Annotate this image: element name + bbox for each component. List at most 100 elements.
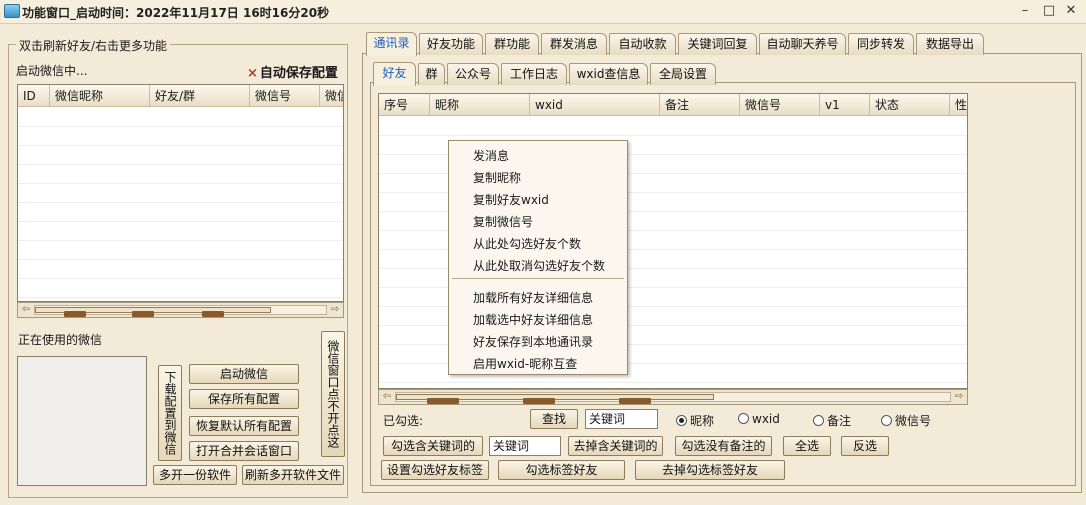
col-header-nickname[interactable]: 微信昵称 — [50, 85, 150, 106]
col-header-friend-group[interactable]: 好友/群 — [150, 85, 250, 106]
save-all-button[interactable]: 保存所有配置 — [189, 389, 299, 409]
tab-data-export[interactable]: 数据导出 — [916, 33, 984, 55]
col-header-index[interactable]: 序号 — [379, 94, 430, 115]
window-fix-button[interactable]: 微信窗口点不开点这 — [321, 331, 345, 457]
radio-unselected-icon — [813, 415, 824, 426]
radio-wechat-id-label: 微信号 — [895, 414, 932, 428]
group-label: 双击刷新好友/右击更多功能 — [16, 37, 171, 54]
scroll-grip — [202, 311, 224, 317]
download-config-button[interactable]: 下载配置到微信 — [158, 365, 182, 461]
select-all-button[interactable]: 全选 — [783, 436, 831, 456]
subtab-work-log[interactable]: 工作日志 — [501, 63, 567, 85]
scroll-track — [395, 392, 951, 404]
menu-item-load-all-details[interactable]: 加载所有好友详细信息 — [473, 289, 593, 306]
col-header-gender[interactable]: 性 — [950, 94, 967, 115]
tab-keyword-reply[interactable]: 关键词回复 — [678, 33, 757, 55]
radio-selected-icon — [676, 415, 687, 426]
menu-item-load-selected-details[interactable]: 加载选中好友详细信息 — [473, 311, 593, 328]
radio-wechat-id[interactable]: 微信号 — [881, 412, 931, 429]
accounts-list[interactable]: ID 微信昵称 好友/群 微信号 微信 — [17, 84, 344, 302]
select-no-remark-button[interactable]: 勾选没有备注的 — [675, 436, 772, 456]
invert-selection-button[interactable]: 反选 — [841, 436, 889, 456]
col-header-status[interactable]: 状态 — [870, 94, 950, 115]
open-merge-button[interactable]: 打开合并会话窗口 — [189, 441, 299, 461]
scroll-thumb[interactable] — [396, 394, 714, 404]
checked-count-label: 已勾选: — [383, 414, 424, 428]
accounts-list-body — [18, 108, 343, 301]
subtab-groups[interactable]: 群 — [418, 63, 445, 85]
menu-item-copy-wxid[interactable]: 复制好友wxid — [473, 191, 549, 208]
col-header-remark[interactable]: 备注 — [660, 94, 740, 115]
scroll-grip — [523, 398, 555, 404]
tab-mass-message[interactable]: 群发消息 — [541, 33, 607, 55]
scroll-thumb[interactable] — [35, 307, 271, 317]
friends-hscrollbar[interactable]: ⇦ ⇨ — [378, 389, 968, 405]
deselect-tagged-button[interactable]: 去掉勾选标签好友 — [635, 460, 785, 480]
menu-separator — [452, 278, 624, 279]
title-bar: 功能窗口_启动时间：2022年11月17日 16时16分20秒 – □ ✕ — [0, 0, 1086, 24]
radio-remark[interactable]: 备注 — [813, 412, 851, 429]
menu-item-enable-wxid-lookup[interactable]: 启用wxid-昵称互查 — [473, 355, 577, 372]
auto-save-checkbox[interactable]: × 自动保存配置 — [247, 62, 338, 81]
context-menu: 发消息 复制昵称 复制好友wxid 复制微信号 从此处勾选好友个数 从此处取消勾… — [448, 140, 628, 375]
select-tagged-button[interactable]: 勾选标签好友 — [498, 460, 625, 480]
menu-item-copy-nickname[interactable]: 复制昵称 — [473, 169, 521, 186]
menu-item-select-from-here[interactable]: 从此处勾选好友个数 — [473, 235, 581, 252]
wechat-avatar-box — [17, 356, 147, 486]
window-title: 功能窗口_启动时间：2022年11月17日 16时16分20秒 — [22, 6, 330, 20]
maximize-icon[interactable]: □ — [1040, 2, 1058, 20]
refresh-multi-button[interactable]: 刷新多开软件文件 — [242, 465, 344, 485]
menu-item-copy-wechat-id[interactable]: 复制微信号 — [473, 213, 533, 230]
scroll-right-icon[interactable]: ⇨ — [952, 391, 966, 403]
search-keyword-input[interactable]: 关键词 — [585, 409, 658, 429]
tab-auto-chat[interactable]: 自动聊天养号 — [759, 33, 846, 55]
status-text: 启动微信中... — [16, 64, 88, 78]
tab-friend-functions[interactable]: 好友功能 — [419, 33, 483, 55]
col-header-wechat-id[interactable]: 微信号 — [250, 85, 320, 106]
subtab-global-settings[interactable]: 全局设置 — [650, 63, 716, 85]
tab-group-functions[interactable]: 群功能 — [485, 33, 539, 55]
tab-auto-collect[interactable]: 自动收款 — [609, 33, 676, 55]
radio-unselected-icon — [738, 413, 749, 424]
scroll-grip — [427, 398, 459, 404]
menu-item-save-to-contacts[interactable]: 好友保存到本地通讯录 — [473, 333, 593, 350]
accounts-hscrollbar[interactable]: ⇦ ⇨ — [17, 302, 344, 318]
menu-item-send-message[interactable]: 发消息 — [473, 147, 509, 164]
col-header-wechat[interactable]: 微信 — [320, 85, 343, 106]
accounts-list-header: ID 微信昵称 好友/群 微信号 微信 — [18, 85, 343, 107]
radio-wxid[interactable]: wxid — [738, 412, 780, 426]
set-tag-button[interactable]: 设置勾选好友标签 — [381, 460, 489, 480]
scroll-track — [34, 305, 327, 317]
tab-sync-forward[interactable]: 同步转发 — [848, 33, 914, 55]
minimize-icon[interactable]: – — [1016, 2, 1034, 20]
col-header-nickname[interactable]: 昵称 — [430, 94, 530, 115]
tab-contacts[interactable]: 通讯录 — [366, 32, 417, 56]
action-keyword-input[interactable]: 关键词 — [489, 436, 561, 456]
col-header-wechat-id[interactable]: 微信号 — [740, 94, 820, 115]
menu-item-deselect-from-here[interactable]: 从此处取消勾选好友个数 — [473, 257, 605, 274]
subtab-official-accounts[interactable]: 公众号 — [447, 63, 499, 85]
start-wechat-button[interactable]: 启动微信 — [189, 364, 299, 384]
restore-default-button[interactable]: 恢复默认所有配置 — [189, 416, 299, 436]
scroll-left-icon[interactable]: ⇦ — [380, 391, 394, 403]
radio-nickname[interactable]: 昵称 — [676, 412, 714, 429]
subtab-friends[interactable]: 好友 — [373, 62, 416, 86]
scroll-left-icon[interactable]: ⇦ — [19, 304, 33, 316]
auto-save-mark: × — [247, 66, 258, 81]
col-header-wxid[interactable]: wxid — [530, 94, 660, 115]
radio-wxid-label: wxid — [752, 412, 780, 426]
close-icon[interactable]: ✕ — [1062, 2, 1080, 20]
radio-nickname-label: 昵称 — [690, 414, 715, 428]
scroll-right-icon[interactable]: ⇨ — [328, 304, 342, 316]
multi-open-button[interactable]: 多开一份软件 — [153, 465, 237, 485]
find-button[interactable]: 查找 — [530, 409, 578, 429]
radio-unselected-icon — [881, 415, 892, 426]
deselect-with-keyword-button[interactable]: 去掉含关键词的 — [568, 436, 663, 456]
radio-remark-label: 备注 — [827, 414, 852, 428]
scroll-grip — [64, 311, 86, 317]
app-icon — [4, 4, 20, 18]
select-with-keyword-button[interactable]: 勾选含关键词的 — [383, 436, 483, 456]
col-header-id[interactable]: ID — [18, 85, 50, 106]
col-header-v1[interactable]: v1 — [820, 94, 870, 115]
subtab-wxid-lookup[interactable]: wxid查信息 — [569, 63, 648, 85]
